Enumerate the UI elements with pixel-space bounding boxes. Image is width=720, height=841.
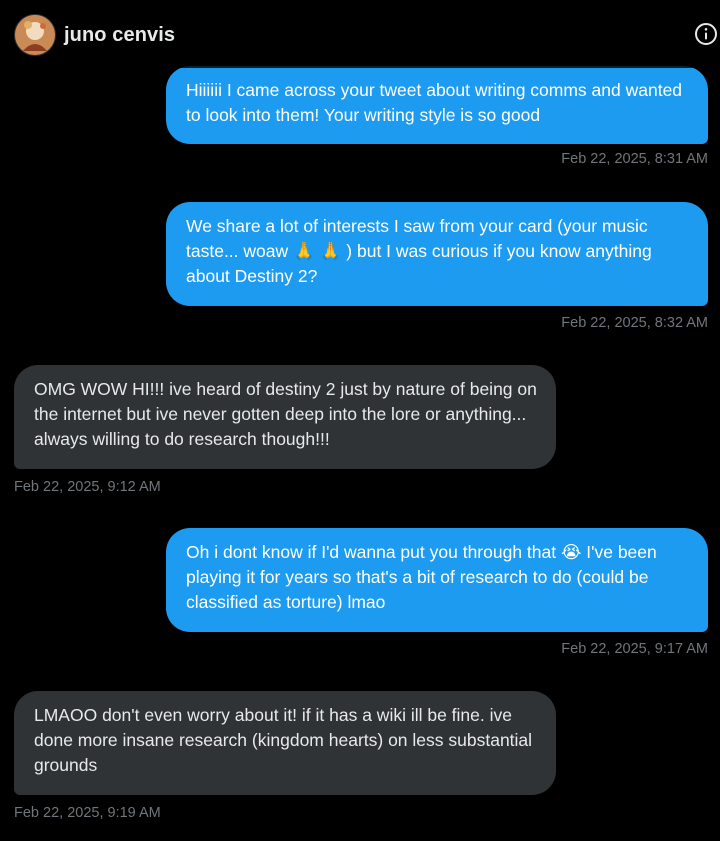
- message-text: We share a lot of interests I saw from y…: [186, 216, 652, 286]
- received-message[interactable]: OMG WOW HI!!! ive heard of destiny 2 jus…: [14, 365, 556, 469]
- message-timestamp: Feb 22, 2025, 8:32 AM: [561, 315, 708, 331]
- sent-message[interactable]: Hiiiiii I came across your tweet about w…: [166, 66, 708, 144]
- contact-name[interactable]: juno cenvis: [64, 24, 175, 47]
- message-timestamp: Feb 22, 2025, 9:12 AM: [14, 479, 161, 495]
- message-timestamp: Feb 22, 2025, 9:17 AM: [561, 641, 708, 657]
- message-timestamp: Feb 22, 2025, 9:19 AM: [14, 805, 161, 821]
- info-button[interactable]: [694, 22, 718, 46]
- info-icon: [694, 22, 718, 46]
- message-text: Hiiiiii I came across your tweet about w…: [186, 80, 683, 125]
- message-text: LMAOO don't even worry about it! if it h…: [34, 705, 533, 775]
- message-text: Oh i dont know if I'd wanna put you thro…: [186, 542, 657, 612]
- received-message[interactable]: LMAOO don't even worry about it! if it h…: [14, 691, 556, 795]
- sent-message[interactable]: Oh i dont know if I'd wanna put you thro…: [166, 528, 708, 632]
- message-timestamp: Feb 22, 2025, 8:31 AM: [561, 151, 708, 167]
- conversation-header: juno cenvis: [0, 0, 720, 68]
- avatar[interactable]: [14, 14, 56, 56]
- message-text: OMG WOW HI!!! ive heard of destiny 2 jus…: [34, 379, 537, 449]
- sent-message[interactable]: We share a lot of interests I saw from y…: [166, 202, 708, 306]
